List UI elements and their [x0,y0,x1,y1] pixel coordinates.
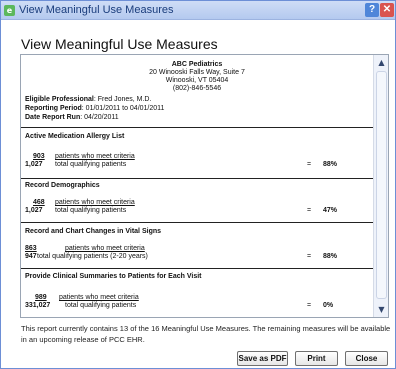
equals-sign: = [307,207,312,214]
measure-numerator-text: patients who meet criteria [59,294,139,301]
save-as-pdf-button[interactable]: Save as PDF [237,351,288,366]
measure-denominator-text: total qualifying patients (2-20 years) [37,253,148,260]
eligible-professional-line: Eligible Professional: Fred Jones, M.D. [25,96,151,103]
scroll-down-icon[interactable]: ▼ [377,305,386,314]
measure-denominator: 331,027 [25,302,51,309]
reporting-period-value: : 01/01/2011 to 04/01/2011 [81,105,165,112]
section-divider [21,178,373,179]
measure-numerator: 863 [25,245,37,252]
close-button[interactable]: Close [345,351,388,366]
measure-denominator-text: total qualifying patients [65,302,137,309]
eligible-professional-label: Eligible Professional [25,96,94,103]
reporting-period-line: Reporting Period: 01/01/2011 to 04/01/20… [25,105,164,112]
equals-sign: = [307,161,312,168]
measure-denominator: 1,027 [25,207,43,214]
app-icon: e [4,5,15,16]
help-button[interactable]: ? [365,3,379,17]
print-button[interactable]: Print [295,351,338,366]
measure-numerator-text: patients who meet criteria [65,245,145,252]
measure-percent: 47% [323,207,338,214]
measure-percent: 88% [323,161,338,168]
date-report-run-label: Date Report Run [25,114,81,121]
phone-number: (802)-846-5546 [172,85,222,92]
measure-numerator: 989 [35,294,47,301]
measure-denominator-text: total qualifying patients [55,207,127,214]
measure-denominator-text: total qualifying patients [55,161,127,168]
measure-denominator: 947 [25,253,37,260]
scroll-up-icon[interactable]: ▲ [377,58,386,67]
section-divider [21,127,373,128]
section-divider [21,268,373,269]
window-close-button[interactable]: ✕ [380,3,394,17]
measure-percent: 88% [323,253,338,260]
measure-numerator: 903 [33,153,45,160]
organization-name: ABC Pediatrics [171,61,223,68]
reporting-period-label: Reporting Period [25,105,82,112]
equals-sign: = [307,253,312,260]
measure-numerator: 468 [33,199,45,206]
scroll-thumb[interactable] [376,71,387,299]
date-report-run-value: : 04/20/2011 [80,114,119,121]
measure-denominator: 1,027 [25,161,43,168]
measure-percent: 0% [323,302,334,309]
measure-title: Active Medication Allergy List [25,133,125,140]
vertical-scrollbar[interactable]: ▲ ▼ [373,55,388,317]
measure-title: Record and Chart Changes in Vital Signs [25,228,162,235]
date-report-run-line: Date Report Run: 04/20/2011 [25,114,119,121]
dialog-heading: View Meaningful Use Measures [21,36,218,52]
eligible-professional-value: : Fred Jones, M.D. [93,96,152,103]
report-content: ABC Pediatrics 20 Winooski Falls Way, Su… [21,55,373,317]
address-line-2: Winooski, VT 05404 [165,77,229,84]
address-line-1: 20 Winooski Falls Way, Suite 7 [149,69,245,76]
window-title: View Meaningful Use Measures [19,4,174,16]
measure-numerator-text: patients who meet criteria [55,199,135,206]
measure-title: Record Demographics [25,182,100,189]
title-bar[interactable]: e View Meaningful Use Measures ? ✕ [1,1,395,20]
footer-note: This report currently contains 13 of the… [21,324,391,344]
report-viewer[interactable]: ABC Pediatrics 20 Winooski Falls Way, Su… [20,54,389,318]
measure-numerator-text: patients who meet criteria [55,153,135,160]
equals-sign: = [307,302,312,309]
section-divider [21,222,373,223]
measure-title: Provide Clinical Summaries to Patients f… [25,273,202,280]
dialog-window: e View Meaningful Use Measures ? ✕ View … [0,0,396,369]
